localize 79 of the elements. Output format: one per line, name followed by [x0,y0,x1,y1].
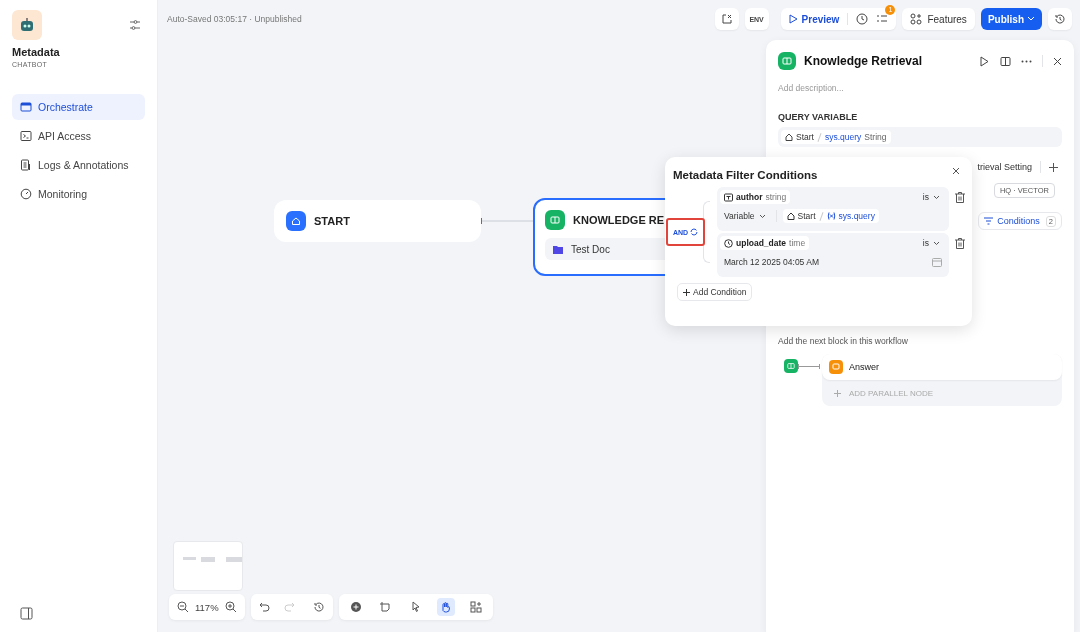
filter-icon [984,217,994,225]
app-name: Metadata [12,46,61,58]
book-icon [545,210,565,230]
nav-item[interactable]: Logs & Annotations [12,152,145,178]
metadata-field-tag: author string [720,190,791,204]
settings-icon[interactable] [129,19,141,31]
features-icon [910,13,923,25]
caret-icon [933,240,940,246]
cursor-icon [409,601,422,613]
version-history-button[interactable] [1048,8,1072,30]
gauge-icon [20,188,32,200]
popup-title: Metadata Filter Conditions [673,169,818,181]
workflow-node[interactable]: START [274,200,481,242]
text-icon [724,192,733,202]
nav-item[interactable]: API Access [12,123,145,149]
run-icon[interactable] [979,55,990,67]
home-icon [786,212,795,220]
zoom-level[interactable]: 117% [195,601,219,613]
sidebar-toggle-icon[interactable] [20,607,33,620]
section-label: QUERY VARIABLE [778,112,859,122]
zoom-out-icon[interactable] [177,601,189,613]
terminal-icon [20,130,32,142]
more-icon[interactable] [1021,59,1032,63]
connector-line [798,364,820,369]
refresh-icon [690,228,699,236]
variable-inspect-button[interactable] [714,8,739,30]
publish-button[interactable]: Publish [980,8,1042,30]
variable-icon [826,212,836,220]
operator-select[interactable]: is [922,238,946,248]
window-icon [20,101,32,113]
run-history-icon[interactable] [856,13,869,25]
list-icon [876,13,889,25]
document-icon [20,159,32,171]
save-status: Auto-Saved 03:05:17 · Unpublished [167,14,302,24]
connector-line [480,217,536,225]
add-condition-button[interactable]: Add Condition [677,283,753,301]
history-icon [1054,13,1066,25]
operator-select[interactable]: is [922,192,946,202]
delete-icon[interactable] [955,238,965,249]
caret-icon [1027,16,1035,22]
caret-icon [758,213,766,219]
caret-icon [933,194,940,200]
plus-icon[interactable] [1049,162,1058,172]
nav-item[interactable]: Orchestrate [12,94,145,120]
node-title: KNOWLEDGE RE [573,214,665,226]
undo-icon[interactable] [258,601,271,613]
grid-icon [469,601,482,613]
history-icon[interactable] [312,601,325,613]
node-title: START [314,215,350,227]
variable-tag: Start sys.query String [781,130,891,144]
book-icon [784,359,798,373]
section-hint: Add the next block in this workflow [778,336,909,346]
book-icon [778,52,796,70]
query-variable-field[interactable]: Start sys.query String [778,127,1062,147]
features-button[interactable]: Features [902,8,975,30]
plus-icon [683,288,690,296]
delete-icon[interactable] [955,192,965,203]
book-icon[interactable] [1000,55,1011,67]
zoom-in-icon[interactable] [224,601,237,613]
close-icon[interactable] [952,167,960,175]
plus-icon [834,389,841,397]
play-icon [788,14,798,24]
note-icon [379,601,392,613]
plus-circle-icon [349,601,362,613]
variable-tag[interactable]: Start sys.query [782,209,879,223]
metadata-field-tag: upload_date time [720,236,810,250]
nav-item[interactable]: Monitoring [12,181,145,207]
hand-button[interactable] [436,598,455,616]
next-node-item[interactable]: Answer [822,354,1062,380]
checklist-button[interactable] [876,13,889,25]
app-logo [12,10,42,40]
home-icon [785,133,793,141]
panel-title: Knowledge Retrieval [804,54,924,68]
hand-icon [439,601,452,613]
home-icon [286,211,306,231]
folder-icon [553,244,563,254]
section-label: trieval Setting [977,162,1032,172]
clock-icon [724,238,733,248]
close-icon[interactable] [1053,56,1062,66]
